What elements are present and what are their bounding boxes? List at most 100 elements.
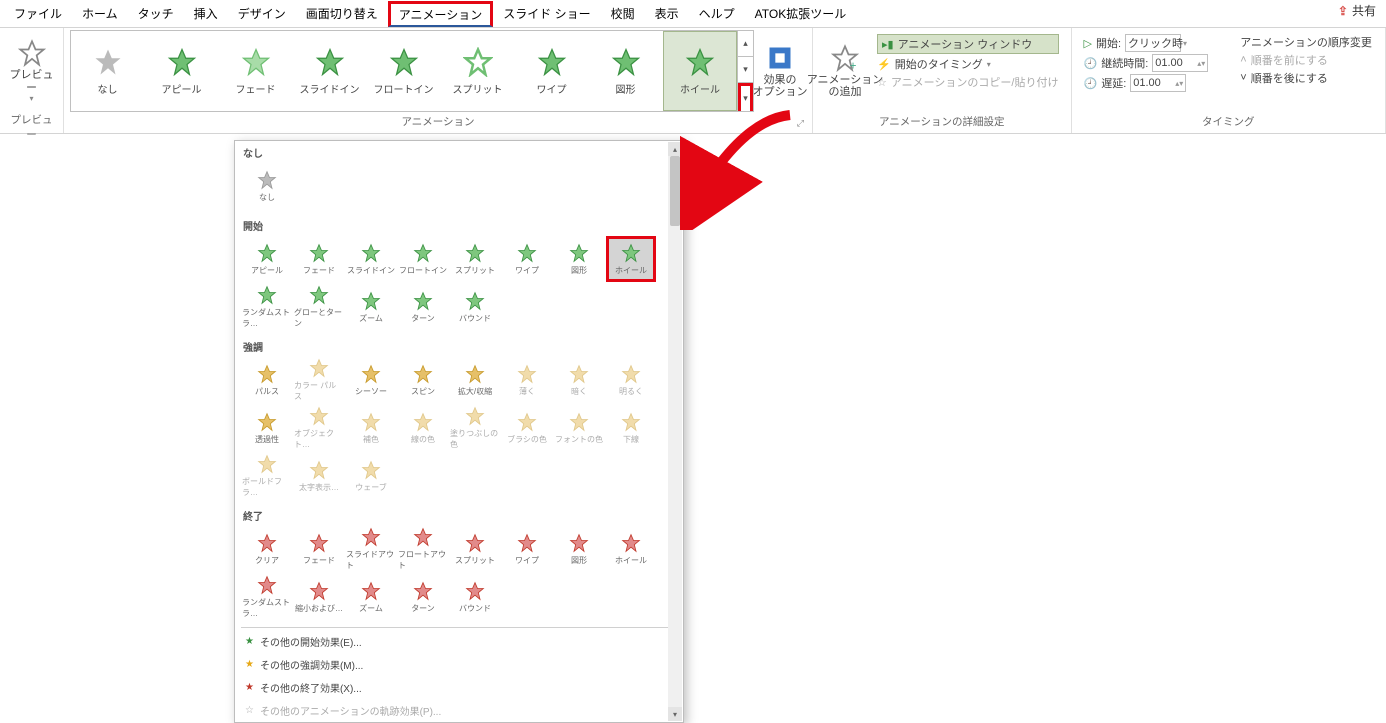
add-animation-button[interactable]: + アニメーション の追加: [819, 30, 871, 112]
grid-item[interactable]: フェード: [294, 236, 344, 282]
move-later-button[interactable]: ˅ 順番を後にする: [1240, 70, 1372, 86]
share-button[interactable]: ⇪ 共有: [1338, 2, 1376, 19]
gallery-item-fade[interactable]: フェード: [219, 31, 293, 111]
grid-item[interactable]: ホイール: [606, 236, 656, 282]
effect-options-button[interactable]: 効果の オプション: [754, 30, 806, 112]
grid-item[interactable]: フロートアウト: [398, 526, 448, 572]
tab-insert[interactable]: 挿入: [184, 1, 228, 26]
more-emphasis-effects[interactable]: ★その他の強調効果(M)...: [235, 653, 683, 676]
gallery-item-split[interactable]: スプリット: [441, 31, 515, 111]
grid-item[interactable]: パルス: [242, 357, 292, 403]
grid-item[interactable]: スプリット: [450, 526, 500, 572]
grid-item[interactable]: フェード: [294, 526, 344, 572]
grid-item[interactable]: 図形: [554, 526, 604, 572]
star-icon: [257, 285, 277, 305]
gallery-item-floatin[interactable]: フロートイン: [367, 31, 441, 111]
grid-item[interactable]: 透過性: [242, 405, 292, 451]
grid-item[interactable]: スライドイン: [346, 236, 396, 282]
gallery-expand-button[interactable]: ▾: [738, 83, 753, 111]
group-advanced: + アニメーション の追加 ▸▮ アニメーション ウィンドウ ⚡ 開始のタイミン…: [813, 28, 1072, 133]
grid-item[interactable]: フォントの色: [554, 405, 604, 451]
star-icon: [361, 243, 381, 263]
grid-item[interactable]: フロートイン: [398, 236, 448, 282]
grid-item[interactable]: スピン: [398, 357, 448, 403]
grid-item[interactable]: ターン: [398, 574, 448, 620]
panel-scrollbar[interactable]: ▴ ▾: [668, 142, 682, 721]
grid-item[interactable]: ボールドフラ…: [242, 453, 292, 499]
tab-review[interactable]: 校閲: [601, 1, 645, 26]
grid-item[interactable]: ワイプ: [502, 526, 552, 572]
grid-item[interactable]: ランダムストラ…: [242, 574, 292, 620]
tab-help[interactable]: ヘルプ: [689, 1, 745, 26]
tab-design[interactable]: デザイン: [228, 1, 296, 26]
gallery-item-wipe[interactable]: ワイプ: [515, 31, 589, 111]
scrollbar-thumb[interactable]: [670, 156, 680, 226]
tab-slideshow[interactable]: スライド ショー: [493, 1, 600, 26]
grid-item[interactable]: ホイール: [606, 526, 656, 572]
gallery-item-appear[interactable]: アピール: [145, 31, 219, 111]
grid-item[interactable]: 太字表示…: [294, 453, 344, 499]
grid-item[interactable]: 縮小および…: [294, 574, 344, 620]
tab-file[interactable]: ファイル: [4, 1, 72, 26]
animation-pane-button[interactable]: ▸▮ アニメーション ウィンドウ: [877, 34, 1059, 54]
preview-button[interactable]: プレビュー ▾: [6, 30, 57, 112]
grid-item[interactable]: 薄く: [502, 357, 552, 403]
grid-item[interactable]: 線の色: [398, 405, 448, 451]
grid-item[interactable]: ターン: [398, 284, 448, 330]
tab-home[interactable]: ホーム: [72, 1, 128, 26]
grid-item[interactable]: アピール: [242, 236, 292, 282]
gallery-item-flyin[interactable]: スライドイン: [293, 31, 367, 111]
gallery-item-wheel[interactable]: ホイール: [663, 31, 737, 111]
scrollbar-down[interactable]: ▾: [668, 707, 682, 721]
start-dropdown[interactable]: クリック時▾: [1125, 34, 1181, 52]
start-play-icon: ▷: [1084, 37, 1092, 50]
tab-view[interactable]: 表示: [645, 1, 689, 26]
panel-exit-grid: クリアフェードスライドアウトフロートアウトスプリットワイプ図形ホイールランダムス…: [235, 525, 683, 625]
panel-start-grid: アピールフェードスライドインフロートインスプリットワイプ図形ホイールランダムスト…: [235, 235, 683, 335]
star-icon: [463, 47, 493, 77]
grid-item[interactable]: 図形: [554, 236, 604, 282]
grid-item[interactable]: ウェーブ: [346, 453, 396, 499]
grid-item[interactable]: クリア: [242, 526, 292, 572]
gallery-scroll-up[interactable]: ▴: [738, 31, 753, 57]
tab-atok[interactable]: ATOK拡張ツール: [745, 1, 857, 26]
grid-item[interactable]: カラー パルス: [294, 357, 344, 403]
more-exit-effects[interactable]: ★その他の終了効果(X)...: [235, 676, 683, 699]
grid-item[interactable]: 暗く: [554, 357, 604, 403]
grid-item[interactable]: 拡大/収縮: [450, 357, 500, 403]
grid-item[interactable]: シーソー: [346, 357, 396, 403]
gallery-item-shape[interactable]: 図形: [589, 31, 663, 111]
delay-input[interactable]: 01.00▴▾: [1130, 74, 1186, 92]
star-icon: [517, 412, 537, 432]
grid-item[interactable]: 塗りつぶしの色: [450, 405, 500, 451]
grid-item[interactable]: バウンド: [450, 284, 500, 330]
gallery-item-none[interactable]: なし: [71, 31, 145, 111]
star-icon: [413, 291, 433, 311]
grid-item[interactable]: スプリット: [450, 236, 500, 282]
dialog-launcher-icon[interactable]: ⤢: [797, 118, 804, 129]
star-icon: [257, 575, 277, 595]
duration-input[interactable]: 01.00▴▾: [1152, 54, 1208, 72]
grid-item[interactable]: ワイプ: [502, 236, 552, 282]
scrollbar-up[interactable]: ▴: [668, 142, 682, 156]
grid-item[interactable]: ズーム: [346, 574, 396, 620]
grid-item[interactable]: グローとターン: [294, 284, 344, 330]
grid-item[interactable]: スライドアウト: [346, 526, 396, 572]
grid-item[interactable]: ランダムストラ…: [242, 284, 292, 330]
tab-animations[interactable]: アニメーション: [388, 1, 494, 27]
grid-item[interactable]: オブジェクト…: [294, 405, 344, 451]
tab-touch[interactable]: タッチ: [128, 1, 184, 26]
tab-transitions[interactable]: 画面切り替え: [296, 1, 388, 26]
grid-item[interactable]: 下線: [606, 405, 656, 451]
grid-item[interactable]: ズーム: [346, 284, 396, 330]
gallery-scroll-down[interactable]: ▾: [738, 57, 753, 83]
grid-item[interactable]: ブラシの色: [502, 405, 552, 451]
grid-item[interactable]: 明るく: [606, 357, 656, 403]
trigger-button[interactable]: ⚡ 開始のタイミング▾: [877, 56, 1059, 72]
more-entrance-effects[interactable]: ★その他の開始効果(E)...: [235, 630, 683, 653]
ribbon-tabs: ファイル ホーム タッチ 挿入 デザイン 画面切り替え アニメーション スライド…: [0, 0, 1386, 28]
grid-item[interactable]: なし: [242, 163, 292, 209]
grid-item[interactable]: 補色: [346, 405, 396, 451]
star-icon: [257, 412, 277, 432]
grid-item[interactable]: バウンド: [450, 574, 500, 620]
